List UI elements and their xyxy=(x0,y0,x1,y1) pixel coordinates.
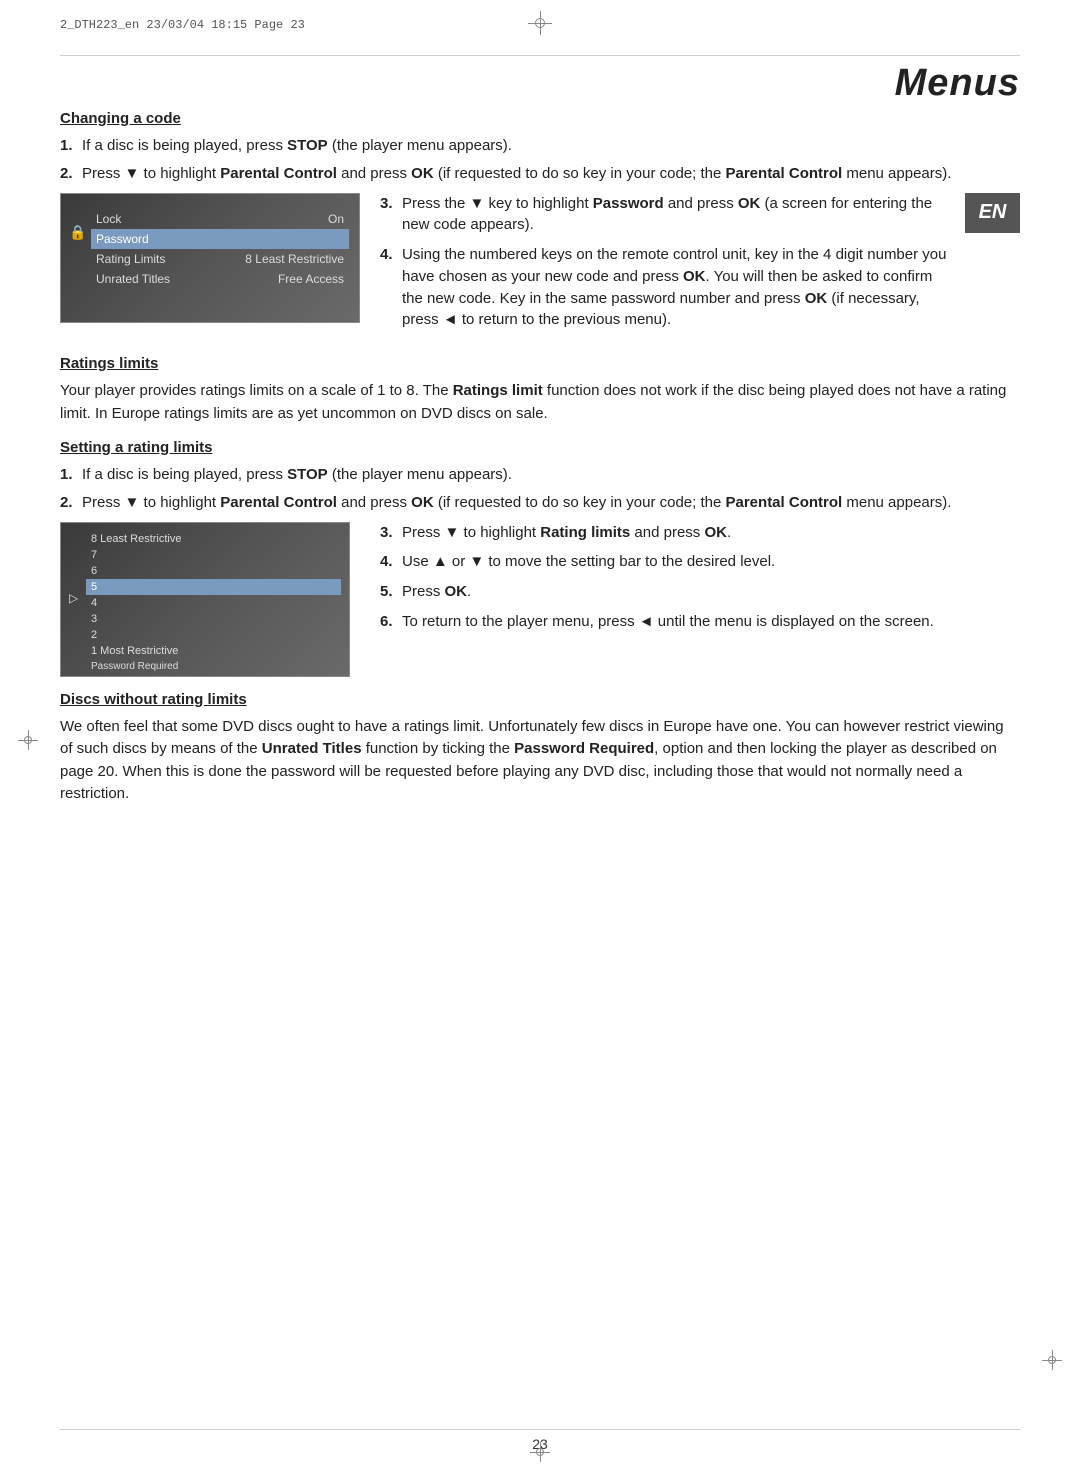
row-6: 6 xyxy=(86,563,341,579)
step-3-num: 3. xyxy=(380,193,402,237)
right-bottom-crosshair xyxy=(1042,1350,1062,1370)
bottom-rule xyxy=(60,1429,1020,1430)
password-label: Password xyxy=(96,232,149,246)
row-7: 7 xyxy=(86,547,341,563)
setting-step-4-text: Use ▲ or ▼ to move the setting bar to th… xyxy=(402,551,775,573)
setting-step-1-text: If a disc is being played, press STOP (t… xyxy=(82,464,512,486)
setting-steps-1-2: 1. If a disc is being played, press STOP… xyxy=(60,464,1020,514)
setting-step-3-num: 3. xyxy=(380,522,402,544)
en-badge: EN xyxy=(965,193,1020,233)
unrated-value: Free Access xyxy=(278,272,344,286)
heading-ratings-limits: Ratings limits xyxy=(60,355,1020,372)
section-setting-rating: Setting a rating limits 1. If a disc is … xyxy=(60,439,1020,677)
rating-menu-col: ▷ 8 Least Restrictive 7 6 5 4 3 2 1 Most… xyxy=(60,522,360,677)
menu-row-unrated: Unrated Titles Free Access xyxy=(91,269,349,289)
step-3: 3. Press the ▼ key to highlight Password… xyxy=(380,193,955,237)
steps-3-6-col: 3. Press ▼ to highlight Rating limits an… xyxy=(380,522,1020,677)
rating-value: 8 Least Restrictive xyxy=(245,252,344,266)
step-4-num: 4. xyxy=(380,244,402,331)
setting-step-4: 4. Use ▲ or ▼ to move the setting bar to… xyxy=(380,551,1020,573)
section-discs-without: Discs without rating limits We often fee… xyxy=(60,691,1020,806)
step-4-text: Using the numbered keys on the remote co… xyxy=(402,244,955,331)
section-changing-code: Changing a code 1. If a disc is being pl… xyxy=(60,110,1020,339)
setting-step-3-text: Press ▼ to highlight Rating limits and p… xyxy=(402,522,731,544)
lock-label: Lock xyxy=(96,212,121,226)
menu2-inner: 8 Least Restrictive 7 6 5 4 3 2 1 Most R… xyxy=(86,531,341,668)
lock-icon: 🔒 xyxy=(69,224,86,241)
menu-image-col: 🔒 Lock On Password Rating Limits 8 Lea xyxy=(60,193,360,340)
setting-step-6-text: To return to the player menu, press ◄ un… xyxy=(402,611,934,633)
menu-row-lock: Lock On xyxy=(91,209,349,229)
changing-code-two-col: 🔒 Lock On Password Rating Limits 8 Lea xyxy=(60,193,1020,340)
main-content: Changing a code 1. If a disc is being pl… xyxy=(60,110,1020,1410)
rating-label: Rating Limits xyxy=(96,252,165,266)
setting-step-2-num: 2. xyxy=(60,492,82,514)
step-1-num: 1. xyxy=(60,135,82,157)
setting-step-1: 1. If a disc is being played, press STOP… xyxy=(60,464,1020,486)
bottom-crosshair xyxy=(530,1442,550,1462)
steps-3-6: 3. Press ▼ to highlight Rating limits an… xyxy=(380,522,1020,633)
step-1: 1. If a disc is being played, press STOP… xyxy=(60,135,1020,157)
setting-step-4-num: 4. xyxy=(380,551,402,573)
setting-step-1-num: 1. xyxy=(60,464,82,486)
top-crosshair xyxy=(525,8,555,38)
step-1-text: If a disc is being played, press STOP (t… xyxy=(82,135,512,157)
menu-screenshot-password: 🔒 Lock On Password Rating Limits 8 Lea xyxy=(60,193,360,323)
row-8: 8 Least Restrictive xyxy=(86,531,341,547)
row-4: 4 xyxy=(86,595,341,611)
row-2: 2 xyxy=(86,627,341,643)
page-title: Menus xyxy=(895,62,1020,105)
step-3-text: Press the ▼ key to highlight Password an… xyxy=(402,193,955,237)
row-1: 1 Most Restrictive xyxy=(86,643,341,659)
setting-step-2-text: Press ▼ to highlight Parental Control an… xyxy=(82,492,951,514)
left-mid-crosshair xyxy=(18,730,38,750)
setting-step-6-num: 6. xyxy=(380,611,402,633)
discs-without-body: We often feel that some DVD discs ought … xyxy=(60,716,1020,806)
unrated-label: Unrated Titles xyxy=(96,272,170,286)
row-free-access: ■ Free Access xyxy=(86,674,341,677)
steps-3-4: 3. Press the ▼ key to highlight Password… xyxy=(380,193,1020,332)
heading-discs-without: Discs without rating limits xyxy=(60,691,1020,708)
menu-row-password: Password xyxy=(91,229,349,249)
menu2-arrow: ▷ xyxy=(69,591,78,605)
step-2-text: Press ▼ to highlight Parental Control an… xyxy=(82,163,951,185)
setting-step-5: 5. Press OK. xyxy=(380,581,1020,603)
step-2-num: 2. xyxy=(60,163,82,185)
setting-step-5-num: 5. xyxy=(380,581,402,603)
heading-setting-rating: Setting a rating limits xyxy=(60,439,1020,456)
step-2: 2. Press ▼ to highlight Parental Control… xyxy=(60,163,1020,185)
step-4: 4. Using the numbered keys on the remote… xyxy=(380,244,955,331)
changing-code-steps-1-2: 1. If a disc is being played, press STOP… xyxy=(60,135,1020,185)
setting-step-5-text: Press OK. xyxy=(402,581,471,603)
menu-row-rating: Rating Limits 8 Least Restrictive xyxy=(91,249,349,269)
menu-inner: Lock On Password Rating Limits 8 Least R… xyxy=(91,209,349,312)
steps-3-4-col: EN 3. Press the ▼ key to highlight Passw… xyxy=(380,193,1020,340)
row-5: 5 xyxy=(86,579,341,595)
header-meta: 2_DTH223_en 23/03/04 18:15 Page 23 xyxy=(60,18,305,32)
ratings-limits-body: Your player provides ratings limits on a… xyxy=(60,380,1020,425)
menu-screenshot-rating: ▷ 8 Least Restrictive 7 6 5 4 3 2 1 Most… xyxy=(60,522,350,677)
heading-changing-code: Changing a code xyxy=(60,110,1020,127)
setting-step-3: 3. Press ▼ to highlight Rating limits an… xyxy=(380,522,1020,544)
row-3: 3 xyxy=(86,611,341,627)
top-rule xyxy=(60,55,1020,56)
setting-two-col: ▷ 8 Least Restrictive 7 6 5 4 3 2 1 Most… xyxy=(60,522,1020,677)
lock-value: On xyxy=(328,212,344,226)
row-password-req: Password Required xyxy=(86,659,341,674)
section-ratings-limits: Ratings limits Your player provides rati… xyxy=(60,355,1020,425)
setting-step-2: 2. Press ▼ to highlight Parental Control… xyxy=(60,492,1020,514)
setting-step-6: 6. To return to the player menu, press ◄… xyxy=(380,611,1020,633)
